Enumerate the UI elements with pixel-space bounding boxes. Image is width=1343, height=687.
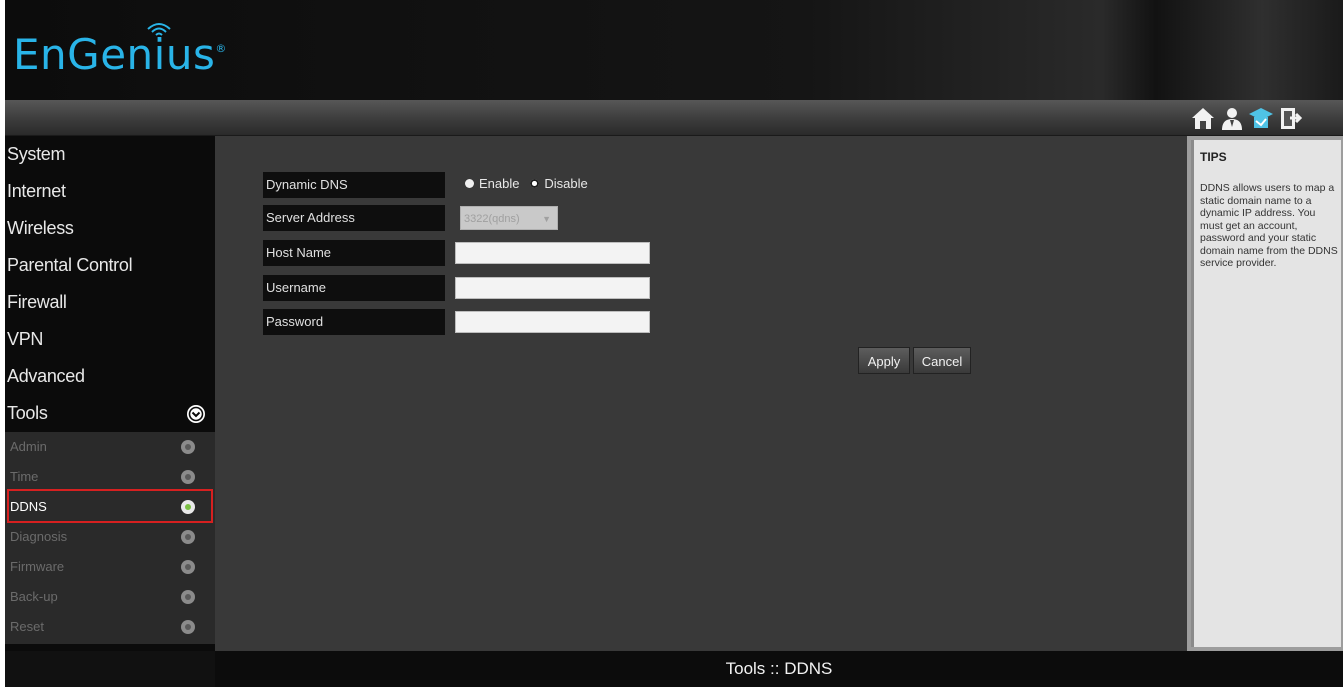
bullet-icon xyxy=(181,560,195,574)
subnav-item-label: Firmware xyxy=(10,559,65,574)
footer-bar: Tools :: DDNS xyxy=(215,651,1343,687)
server-address-value: 3322(qdns) xyxy=(464,213,520,225)
sidebar-item-vpn[interactable]: VPN xyxy=(5,321,215,358)
subnav-item-label: Back-up xyxy=(10,589,58,604)
bullet-icon xyxy=(181,620,195,634)
host-name-label: Host Name xyxy=(263,240,445,266)
sidebar-item-label: VPN xyxy=(7,329,44,349)
disable-radio[interactable]: Disable xyxy=(530,176,588,191)
password-label: Password xyxy=(263,309,445,335)
subnav-item-label: Admin xyxy=(10,439,47,454)
subnav-item-back-up[interactable]: Back-up xyxy=(5,582,215,612)
subnav-item-label: Diagnosis xyxy=(10,529,68,544)
subnav-item-label: Reset xyxy=(10,619,44,634)
tips-title: TIPS xyxy=(1200,150,1227,164)
radio-icon xyxy=(465,179,474,189)
subnav-item-reset[interactable]: Reset xyxy=(5,612,215,642)
wifi-icon xyxy=(147,23,171,36)
bullet-icon xyxy=(181,440,195,454)
sidebar-item-parental-control[interactable]: Parental Control xyxy=(5,247,215,284)
footer-left xyxy=(5,651,215,687)
host-name-input[interactable] xyxy=(455,242,650,264)
bullet-icon xyxy=(181,470,195,484)
enable-radio[interactable]: Enable xyxy=(465,176,519,191)
wizard-icon[interactable] xyxy=(1248,105,1274,131)
toolbar xyxy=(5,100,1343,136)
ddns-highlight-box xyxy=(7,489,213,523)
password-input[interactable] xyxy=(455,311,650,333)
sidebar-item-label: Parental Control xyxy=(7,255,133,275)
sidebar-item-label: Internet xyxy=(7,181,66,201)
main-content: Dynamic DNS Enable Disable Server Addres… xyxy=(215,136,1187,651)
logout-icon[interactable] xyxy=(1277,105,1303,131)
subnav-item-firmware[interactable]: Firmware xyxy=(5,552,215,582)
tips-box: TIPS DDNS allows users to map a static d… xyxy=(1191,140,1341,647)
tips-text: DDNS allows users to map a static domain… xyxy=(1200,182,1338,269)
enable-label: Enable xyxy=(479,176,520,191)
username-label: Username xyxy=(263,275,445,301)
logo-text: EnGenius xyxy=(13,30,216,79)
sidebar: System Internet Wireless Parental Contro… xyxy=(5,136,215,687)
subnav-item-diagnosis[interactable]: Diagnosis xyxy=(5,522,215,552)
subnav-item-admin[interactable]: Admin xyxy=(5,432,215,462)
chevron-down-icon: ▼ xyxy=(542,214,551,224)
subnav-item-time[interactable]: Time xyxy=(5,462,215,492)
sidebar-item-label: System xyxy=(7,144,66,164)
sidebar-item-label: Firewall xyxy=(7,292,67,312)
home-icon[interactable] xyxy=(1190,105,1216,131)
dynamic-dns-radio-group: Enable Disable xyxy=(465,176,588,194)
sidebar-item-system[interactable]: System xyxy=(5,136,215,173)
sidebar-item-tools[interactable]: Tools xyxy=(5,395,215,432)
sidebar-item-label: Advanced xyxy=(7,366,85,386)
dynamic-dns-label: Dynamic DNS xyxy=(263,172,445,198)
apply-button[interactable]: Apply xyxy=(858,347,910,374)
sidebar-item-firewall[interactable]: Firewall xyxy=(5,284,215,321)
engenius-logo: EnGenius® xyxy=(13,30,227,79)
server-address-label: Server Address xyxy=(263,205,445,231)
bullet-icon xyxy=(181,590,195,604)
tips-panel: TIPS DDNS allows users to map a static d… xyxy=(1187,136,1343,651)
chevron-down-icon xyxy=(187,405,205,423)
sidebar-item-advanced[interactable]: Advanced xyxy=(5,358,215,395)
server-address-select[interactable]: 3322(qdns) ▼ xyxy=(460,206,558,230)
subnav-item-label: Time xyxy=(10,469,39,484)
bullet-icon xyxy=(181,530,195,544)
user-icon[interactable] xyxy=(1219,105,1245,131)
sidebar-item-internet[interactable]: Internet xyxy=(5,173,215,210)
cancel-button[interactable]: Cancel xyxy=(913,347,971,374)
tools-subnav: Admin Time DDNS Diagnosis Firmware Back-… xyxy=(5,432,215,644)
sidebar-item-label: Wireless xyxy=(7,218,74,238)
sidebar-item-wireless[interactable]: Wireless xyxy=(5,210,215,247)
radio-selected-icon xyxy=(530,179,540,189)
username-input[interactable] xyxy=(455,277,650,299)
sidebar-item-label: Tools xyxy=(7,403,48,423)
disable-label: Disable xyxy=(544,176,588,191)
page-title: Tools :: DDNS xyxy=(725,659,833,678)
header: EnGenius® xyxy=(5,0,1343,100)
router-admin-page: EnGenius® System Internet Wireless Paren… xyxy=(5,0,1343,687)
